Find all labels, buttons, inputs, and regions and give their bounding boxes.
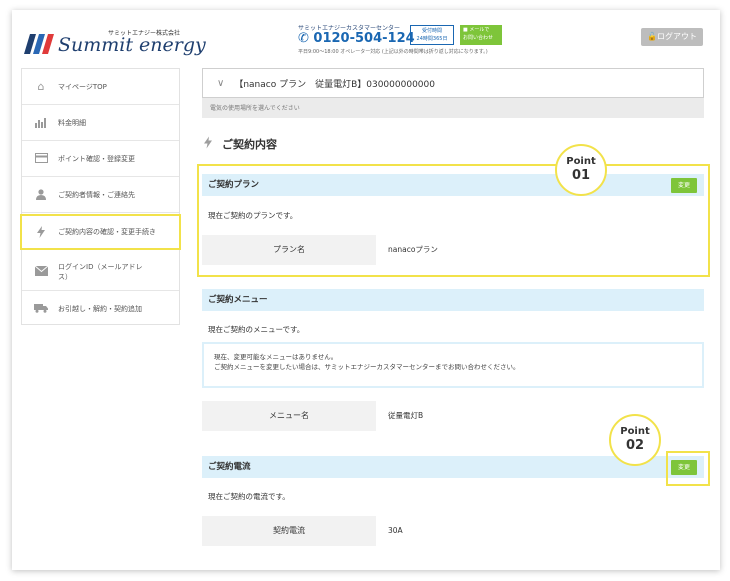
logo-wordmark: Summit energy — [58, 34, 206, 56]
sidebar-item-label: お引越し・解約・契約追加 — [58, 305, 142, 313]
bolt-icon — [204, 136, 212, 152]
sidebar-item-label: マイページTOP — [58, 82, 107, 91]
chevron-down-icon: ∨ — [217, 77, 225, 89]
point-02-number: 02 — [625, 438, 645, 453]
user-icon — [34, 188, 48, 201]
current-name-value: 30A — [388, 526, 403, 535]
menu-description: 現在ご契約のメニューです。 — [208, 325, 305, 334]
menu-notice-line1: 現在、変更可能なメニューはありません。 — [214, 353, 338, 361]
logo-stripes-icon — [24, 34, 54, 54]
card-icon — [34, 152, 48, 165]
phone-icon: ✆ — [298, 31, 314, 46]
point-01-highlight — [197, 164, 710, 277]
sidebar-item-mypage-top[interactable]: ⌂ マイページTOP — [22, 69, 179, 105]
phone-number[interactable]: ✆ 0120-504-124 — [298, 31, 415, 46]
mail-contact-label1: メールで — [469, 27, 490, 33]
home-icon: ⌂ — [37, 79, 45, 93]
mail-contact-line1: ■ メールで — [463, 26, 499, 34]
hours-badge: 受付時間 24時間365日 — [410, 25, 454, 45]
current-description: 現在ご契約の電流です。 — [208, 492, 290, 501]
menu-section-header: ご契約メニュー — [202, 289, 704, 311]
logout-button[interactable]: 🔓ログアウト — [641, 28, 703, 46]
hours-badge-line1: 受付時間 — [421, 28, 442, 34]
sidebar-item-label: ご契約者情報・ご連絡先 — [58, 190, 135, 199]
page-frame: サミットエナジー株式会社 Summit energy サミットエナジーカスタマー… — [12, 10, 720, 570]
point-01-callout: Point 01 — [555, 144, 607, 196]
page-title: ご契約内容 — [204, 136, 277, 152]
point-01-word: Point — [566, 156, 596, 167]
sidebar-item-billing[interactable]: 料金明細 — [22, 105, 179, 141]
summit-energy-logo[interactable]: サミットエナジー株式会社 Summit energy — [24, 26, 206, 56]
sidebar-item-label: ポイント確認・登録変更 — [58, 154, 135, 163]
logout-label: ログアウト — [656, 32, 697, 41]
phone-number-text: 0120-504-124 — [313, 31, 415, 46]
menu-notice-box: 現在、変更可能なメニューはありません。 ご契約メニューを変更したい場合は、サミッ… — [202, 342, 704, 388]
mail-contact-button[interactable]: ■ メールで お問い合わせ — [460, 25, 502, 45]
mail-icon — [34, 265, 48, 278]
menu-name-label: メニュー名 — [202, 401, 376, 431]
hours-note: 平日9:00〜18:00 オペレーター対応 (上記以外の時間帯は折り返し対応にな… — [298, 49, 488, 55]
page-title-text: ご契約内容 — [222, 138, 277, 151]
sidebar-item-moving[interactable]: お引越し・解約・契約追加 — [22, 291, 179, 327]
sidebar-item-label: ログインID（メールアドレス） — [58, 262, 143, 281]
bar-chart-icon — [34, 117, 48, 129]
lock-icon: 🔓 — [647, 32, 657, 41]
menu-name-value: 従量電灯B — [388, 411, 424, 420]
sidebar-item-label: 料金明細 — [58, 118, 86, 127]
point-01-number: 01 — [571, 168, 591, 183]
point-02-callout: Point 02 — [609, 414, 661, 466]
location-select-value: 【nanaco プラン 従量電灯B】030000000000 — [234, 79, 435, 90]
point-02-word: Point — [620, 426, 650, 437]
point-02-highlight — [666, 451, 710, 486]
sidebar-item-label: ご契約内容の確認・変更手続き — [58, 228, 156, 236]
sidebar-item-contract-details[interactable]: ご契約内容の確認・変更手続き — [20, 214, 181, 250]
sidebar-item-points[interactable]: ポイント確認・登録変更 — [22, 141, 179, 177]
hours-badge-line2: 24時間365日 — [416, 36, 448, 42]
location-select-hint: 電気の使用場所を選んでください — [202, 98, 704, 118]
sidebar-item-contract-info[interactable]: ご契約者情報・ご連絡先 — [22, 177, 179, 213]
menu-notice-line2: ご契約メニューを変更したい場合は、サミットエナジーカスタマーセンターまでお問い合… — [214, 363, 520, 371]
sidebar-nav: ⌂ マイページTOP 料金明細 ポイント確認・登録変更 ご契約者情報・ご連絡先 — [20, 68, 181, 327]
current-name-label: 契約電流 — [202, 516, 376, 546]
location-select[interactable]: ∨ 【nanaco プラン 従量電灯B】030000000000 — [202, 68, 704, 98]
truck-icon — [34, 303, 48, 315]
mail-contact-line2: お問い合わせ — [463, 35, 494, 41]
bolt-icon — [34, 226, 48, 238]
sidebar-item-login-id[interactable]: ログインID（メールアドレス） — [22, 253, 179, 291]
